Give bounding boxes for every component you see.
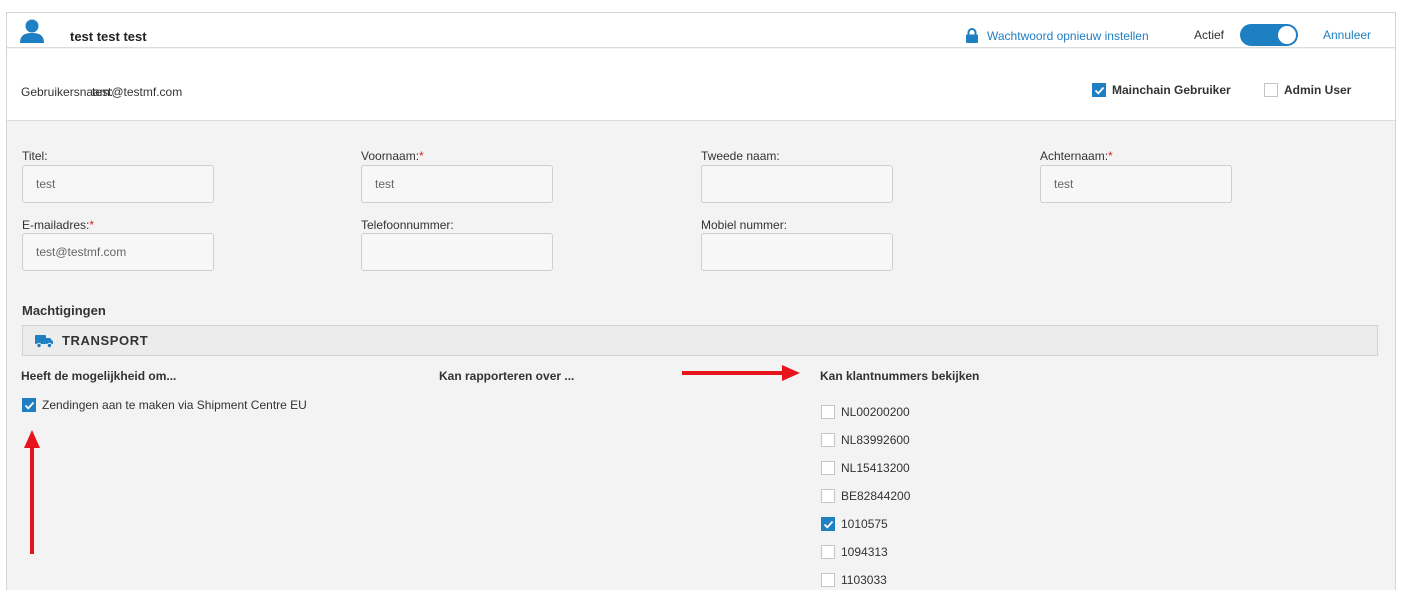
first-name-label-text: Voornaam: (361, 149, 420, 163)
ability-label: Zendingen aan te maken via Shipment Cent… (42, 398, 307, 412)
customer-number-checkbox[interactable] (821, 433, 835, 447)
reset-password-link[interactable]: Wachtwoord opnieuw instellen (965, 28, 1149, 43)
ability-item[interactable]: Zendingen aan te maken via Shipment Cent… (22, 398, 307, 412)
check-icon (1094, 86, 1104, 95)
first-name-input[interactable] (361, 165, 553, 203)
phone-label-text: Telefoonnummer: (361, 218, 454, 232)
permissions-title: Machtigingen (22, 303, 106, 318)
active-toggle[interactable] (1240, 24, 1298, 46)
check-icon (24, 401, 34, 410)
email-input[interactable] (22, 233, 214, 271)
reset-password-label: Wachtwoord opnieuw instellen (987, 28, 1149, 43)
transport-category-bar[interactable]: TRANSPORT (22, 325, 1378, 356)
check-icon (823, 520, 833, 529)
customer-number-item[interactable]: 1010575 (821, 510, 910, 538)
reporting-header: Kan rapporteren over ... (439, 369, 575, 383)
email-label: E-mailadres:* (22, 218, 94, 232)
mainchain-user-label: Mainchain Gebruiker (1112, 83, 1231, 97)
account-subheader: Gebruikersnaam: test@testmf.com Mainchai… (7, 49, 1395, 121)
email-label-text: E-mailadres: (22, 218, 90, 232)
middle-name-label: Tweede naam: (701, 149, 780, 163)
mainchain-user-option[interactable]: Mainchain Gebruiker (1092, 83, 1231, 97)
middle-name-label-text: Tweede naam: (701, 149, 780, 163)
truck-icon (35, 334, 53, 348)
title-input[interactable] (22, 165, 214, 203)
last-name-label-text: Achternaam: (1040, 149, 1109, 163)
phone-input[interactable] (361, 233, 553, 271)
mobile-label: Mobiel nummer: (701, 218, 787, 232)
cancel-link[interactable]: Annuleer (1323, 28, 1371, 42)
title-label-text: Titel: (22, 149, 48, 163)
abilities-header: Heeft de mogelijkheid om... (21, 369, 177, 383)
admin-user-label: Admin User (1284, 83, 1352, 97)
required-marker: * (1108, 149, 1113, 163)
customer-number-checkbox[interactable] (821, 573, 835, 587)
customer-number-checkbox[interactable] (821, 489, 835, 503)
admin-user-option[interactable]: Admin User (1264, 83, 1351, 97)
customer-number-label: 1103033 (841, 573, 887, 587)
toggle-knob (1278, 26, 1296, 44)
user-icon (20, 19, 44, 43)
mainchain-user-checkbox[interactable] (1092, 83, 1106, 97)
customer-number-item[interactable]: 1103033 (821, 566, 910, 590)
customer-number-checkbox[interactable] (821, 405, 835, 419)
transport-label: TRANSPORT (62, 333, 149, 348)
username-value: test@testmf.com (92, 85, 183, 99)
panel-header: test test test Wachtwoord opnieuw instel… (7, 13, 1395, 48)
active-label: Actief (1194, 28, 1225, 42)
admin-user-checkbox[interactable] (1264, 83, 1278, 97)
user-edit-panel: test test test Wachtwoord opnieuw instel… (6, 12, 1396, 590)
customer-number-item[interactable]: BE82844200 (821, 482, 910, 510)
customer-number-label: 1010575 (841, 517, 888, 531)
user-full-name: test test test (70, 29, 147, 44)
required-marker: * (89, 218, 95, 232)
customer-numbers-header: Kan klantnummers bekijken (820, 369, 980, 383)
customer-number-item[interactable]: NL00200200 (821, 398, 910, 426)
first-name-label: Voornaam:* (361, 149, 424, 163)
customer-number-label: NL00200200 (841, 405, 910, 419)
customer-number-checkbox[interactable] (821, 461, 835, 475)
customer-number-checkbox[interactable] (821, 545, 835, 559)
customer-number-item[interactable]: NL83992600 (821, 426, 910, 454)
middle-name-input[interactable] (701, 165, 893, 203)
customer-number-label: 1094313 (841, 545, 888, 559)
customer-number-item[interactable]: NL15413200 (821, 454, 910, 482)
customer-number-label: BE82844200 (841, 489, 911, 503)
title-label: Titel: (22, 149, 48, 163)
last-name-label: Achternaam:* (1040, 149, 1113, 163)
customer-number-label: NL83992600 (841, 433, 910, 447)
mobile-label-text: Mobiel nummer: (701, 218, 788, 232)
customer-number-list: NL00200200 NL83992600 NL15413200 BE82844… (821, 398, 910, 590)
last-name-input[interactable] (1040, 165, 1232, 203)
phone-label: Telefoonnummer: (361, 218, 454, 232)
customer-number-item[interactable]: 1094313 (821, 538, 910, 566)
ability-checkbox[interactable] (22, 398, 36, 412)
required-marker: * (419, 149, 424, 163)
lock-icon (966, 28, 978, 43)
customer-number-checkbox[interactable] (821, 517, 835, 531)
mobile-input[interactable] (701, 233, 893, 271)
customer-number-label: NL15413200 (841, 461, 910, 475)
